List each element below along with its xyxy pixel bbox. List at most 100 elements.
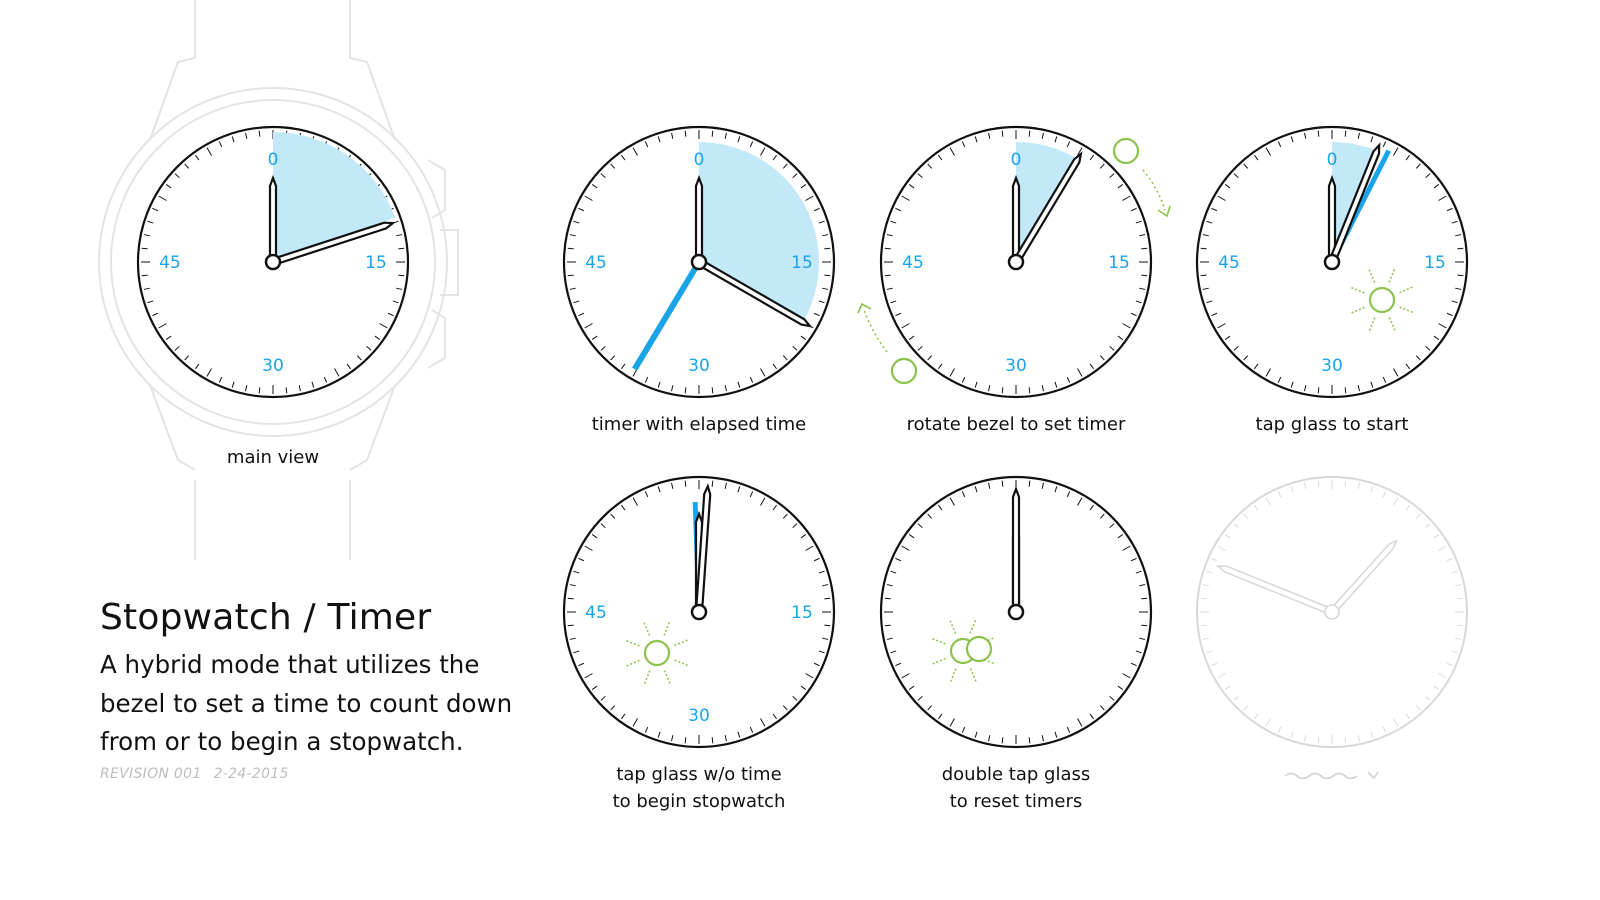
rotate-arrow-head bbox=[1157, 205, 1171, 218]
diagram-canvas: 0 15 30 45 0 15 30 45 0 15 30 45 0 15 30 45 15 30 45 main … bbox=[98, 0, 1469, 812]
dial-tick bbox=[824, 274, 831, 277]
hour-hand bbox=[694, 174, 704, 258]
revision-number: REVISION 001 bbox=[100, 766, 202, 782]
dial-tick bbox=[1200, 247, 1207, 250]
dial-tick bbox=[1028, 480, 1031, 487]
dial-number-45: 45 bbox=[159, 253, 181, 273]
dial-tick bbox=[711, 737, 714, 744]
dial-tick bbox=[1457, 247, 1464, 250]
hand-pivot bbox=[1007, 603, 1025, 621]
dial-tick bbox=[1317, 130, 1320, 137]
dial-number-30: 30 bbox=[688, 356, 710, 376]
dial-tick bbox=[141, 274, 148, 277]
hand-pivot bbox=[690, 603, 708, 621]
signature-squiggle bbox=[1284, 771, 1379, 780]
hand-pivot bbox=[690, 253, 708, 271]
dial-tick bbox=[1200, 597, 1207, 600]
dial-tick bbox=[1001, 130, 1004, 137]
hand-pivot bbox=[1324, 604, 1340, 620]
description-text: A hybrid mode that utilizes the bezel to… bbox=[100, 650, 513, 756]
dial-tick bbox=[567, 624, 574, 627]
dial-number-45: 45 bbox=[585, 253, 607, 273]
dial-tick bbox=[1344, 130, 1347, 137]
rotate-end-circle bbox=[890, 357, 918, 385]
dial-number-30: 30 bbox=[1321, 356, 1343, 376]
dial-number-15: 15 bbox=[1108, 253, 1130, 273]
dial-tick bbox=[1028, 130, 1031, 137]
dial-number-0: 0 bbox=[268, 150, 279, 170]
hand-pivot bbox=[1323, 253, 1341, 271]
hand-pivot bbox=[264, 253, 282, 271]
caption-timer-elapsed: timer with elapsed time bbox=[592, 414, 807, 435]
dial-tick bbox=[1028, 737, 1031, 744]
dial-tick bbox=[684, 387, 687, 394]
dial-number-45: 45 bbox=[585, 603, 607, 623]
hour-hand bbox=[1327, 174, 1337, 258]
dial-tick bbox=[258, 130, 261, 137]
tap-circle bbox=[643, 639, 671, 667]
dial-tick bbox=[1457, 274, 1464, 277]
dial-timer-elapsed: 0 15 30 45 bbox=[562, 125, 836, 399]
caption-double-tap-line1: double tap glass bbox=[942, 764, 1091, 785]
dial-number-0: 0 bbox=[1011, 150, 1022, 170]
dial-tick bbox=[567, 274, 574, 277]
dial-tick bbox=[258, 387, 261, 394]
dial-number-45: 45 bbox=[902, 253, 924, 273]
minute-hand bbox=[1011, 485, 1021, 608]
dial-tick bbox=[711, 387, 714, 394]
dial-tick bbox=[1001, 387, 1004, 394]
dial-tick bbox=[1457, 597, 1464, 600]
dial-rotate-bezel: 0 15 30 45 bbox=[879, 125, 1153, 399]
dial-number-0: 0 bbox=[694, 150, 705, 170]
dial-main-view: 0 15 30 45 bbox=[136, 125, 410, 399]
dial-tick bbox=[141, 247, 148, 250]
dial-tick bbox=[684, 737, 687, 744]
dial-tick bbox=[1317, 737, 1320, 744]
caption-double-tap-line2: to reset timers bbox=[950, 791, 1083, 812]
tap-circle-second bbox=[965, 635, 993, 663]
hand-pivot bbox=[1007, 253, 1025, 271]
dial-tick bbox=[824, 597, 831, 600]
dial-tick bbox=[1344, 480, 1347, 487]
dial-tick bbox=[1200, 274, 1207, 277]
dial-tick bbox=[684, 130, 687, 137]
dial-tick bbox=[1141, 274, 1148, 277]
dial-number-0: 0 bbox=[1327, 150, 1338, 170]
dial-tick bbox=[884, 274, 891, 277]
dial-number-30: 30 bbox=[262, 356, 284, 376]
dial-number-15: 15 bbox=[791, 253, 813, 273]
revision-date: 2-24-2015 bbox=[213, 766, 289, 782]
caption-main-view: main view bbox=[227, 447, 319, 468]
dial-tick bbox=[1344, 387, 1347, 394]
dial-ghost bbox=[1196, 476, 1468, 748]
page-title: Stopwatch / Timer bbox=[100, 597, 432, 638]
caption-tap-stopwatch-line2: to begin stopwatch bbox=[613, 791, 786, 812]
dial-tick bbox=[1001, 737, 1004, 744]
dial-number-45: 45 bbox=[1218, 253, 1240, 273]
dial-number-30: 30 bbox=[688, 706, 710, 726]
dial-tick bbox=[1141, 597, 1148, 600]
dial-number-15: 15 bbox=[791, 603, 813, 623]
caption-tap-stopwatch-line1: tap glass w/o time bbox=[616, 764, 781, 785]
dial-tick bbox=[884, 247, 891, 250]
dial-tick bbox=[285, 387, 288, 394]
rotate-start-circle bbox=[1112, 137, 1140, 165]
caption-tap-start: tap glass to start bbox=[1256, 414, 1409, 435]
dial-tick bbox=[1141, 624, 1148, 627]
dial-tick bbox=[824, 624, 831, 627]
dial-tick bbox=[824, 247, 831, 250]
dial-tick bbox=[1001, 480, 1004, 487]
dial-tick bbox=[1028, 387, 1031, 394]
dial-tick bbox=[711, 130, 714, 137]
dial-tick bbox=[1317, 480, 1320, 487]
dial-tick bbox=[1141, 247, 1148, 250]
dial-tap-stopwatch: 15 30 45 bbox=[562, 475, 836, 749]
caption-rotate-bezel: rotate bezel to set timer bbox=[907, 414, 1126, 435]
dial-tick bbox=[398, 274, 405, 277]
dial-tick bbox=[1457, 624, 1464, 627]
dial-tick bbox=[1317, 387, 1320, 394]
dial-tick bbox=[1200, 624, 1207, 627]
rotate-arrow-path bbox=[1142, 169, 1166, 211]
rotate-arrow-path-2 bbox=[863, 309, 888, 353]
dial-number-15: 15 bbox=[365, 253, 387, 273]
